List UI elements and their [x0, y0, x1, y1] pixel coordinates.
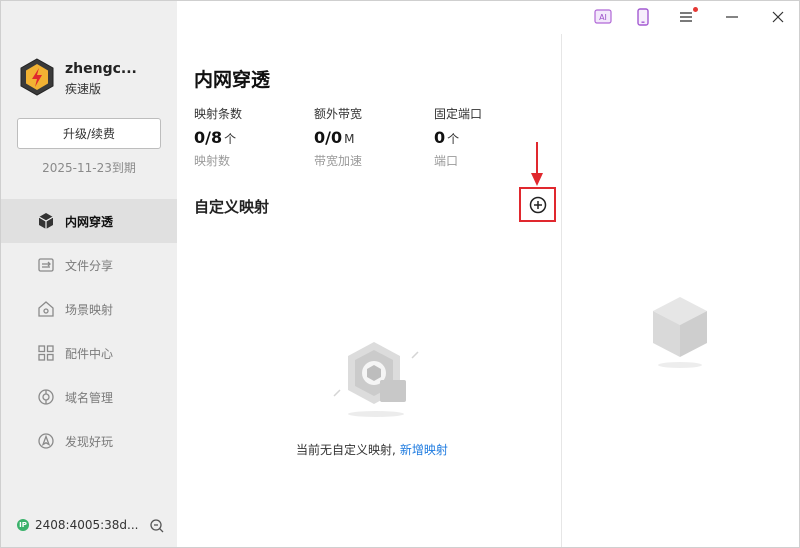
compass-icon — [37, 432, 55, 450]
ip-badge-icon: IP — [17, 519, 29, 531]
grid-icon — [37, 344, 55, 362]
stat-extra-bandwidth: 额外带宽 0/0 M 带宽加速 — [314, 105, 424, 169]
cube-icon — [37, 212, 55, 230]
sidebar-item-intranet[interactable]: 内网穿透 — [1, 199, 177, 243]
avatar[interactable] — [18, 58, 56, 96]
app-window: zhengc... 疾速版 升级/续费 2025-11-23到期 内网穿透 文件… — [0, 0, 800, 548]
stat-mapping-count: 映射条数 0/8 个 映射数 — [194, 105, 304, 169]
mobile-button[interactable] — [631, 6, 655, 28]
user-name: zhengc... — [65, 61, 137, 77]
sidebar-item-discover[interactable]: 发现好玩 — [1, 419, 177, 463]
sidebar: zhengc... 疾速版 升级/续费 2025-11-23到期 内网穿透 文件… — [1, 1, 177, 547]
page-title: 内网穿透 — [194, 69, 271, 91]
expire-date: 2025-11-23到期 — [42, 161, 136, 175]
ip-status: IP 2408:4005:38d... — [17, 518, 139, 532]
sidebar-item-label: 发现好玩 — [65, 434, 114, 449]
sidebar-item-accessory[interactable]: 配件中心 — [1, 331, 177, 375]
close-button[interactable] — [766, 6, 790, 28]
sidebar-item-file-share[interactable]: 文件分享 — [1, 243, 177, 287]
empty-state-illustration — [330, 338, 422, 420]
scene-map-icon — [37, 300, 55, 318]
stat-label: 映射条数 — [194, 107, 243, 121]
section-title: 自定义映射 — [194, 198, 270, 216]
sidebar-item-scene-map[interactable]: 场景映射 — [1, 287, 177, 331]
upgrade-button[interactable]: 升级/续费 — [17, 118, 161, 149]
minimize-button[interactable] — [720, 6, 744, 28]
stat-value: 0个 — [434, 128, 460, 147]
sidebar-item-label: 内网穿透 — [65, 214, 114, 229]
ai-label: AI — [599, 13, 607, 22]
stat-sub: 带宽加速 — [314, 154, 363, 168]
ip-lookup-icon[interactable] — [149, 518, 165, 534]
sidebar-item-domain[interactable]: 域名管理 — [1, 375, 177, 419]
stat-value: 0/0 M — [314, 128, 355, 147]
sidebar-item-label: 场景映射 — [65, 302, 114, 317]
sidebar-item-label: 配件中心 — [65, 346, 114, 361]
stat-fixed-port: 固定端口 0个 端口 — [434, 105, 544, 169]
stat-label: 额外带宽 — [314, 107, 363, 121]
notification-dot — [693, 7, 698, 12]
menu-button[interactable] — [674, 6, 698, 28]
plus-circle-icon — [529, 196, 546, 213]
stat-value: 0/8 个 — [194, 128, 237, 147]
user-edition: 疾速版 — [65, 82, 102, 96]
ai-assistant-button[interactable]: AI — [591, 6, 615, 28]
sidebar-item-label: 文件分享 — [65, 258, 114, 273]
file-share-icon — [37, 256, 55, 274]
ip-address: 2408:4005:38d... — [35, 518, 139, 532]
add-mapping-link[interactable]: 新增映射 — [400, 443, 448, 457]
arrow-annotation — [529, 141, 545, 187]
panel-divider — [561, 34, 562, 547]
sidebar-item-label: 域名管理 — [65, 390, 114, 405]
stat-sub: 映射数 — [194, 154, 231, 168]
domain-icon — [37, 388, 55, 406]
stat-label: 固定端口 — [434, 107, 483, 121]
add-mapping-button[interactable] — [519, 187, 556, 222]
empty-state-text: 当前无自定义映射, 新增映射 — [296, 443, 448, 457]
sidebar-nav: 内网穿透 文件分享 场景映射 配件中心 域名管理 发现好玩 — [1, 199, 177, 463]
stat-sub: 端口 — [434, 154, 459, 168]
cube-placeholder-icon — [649, 295, 711, 369]
